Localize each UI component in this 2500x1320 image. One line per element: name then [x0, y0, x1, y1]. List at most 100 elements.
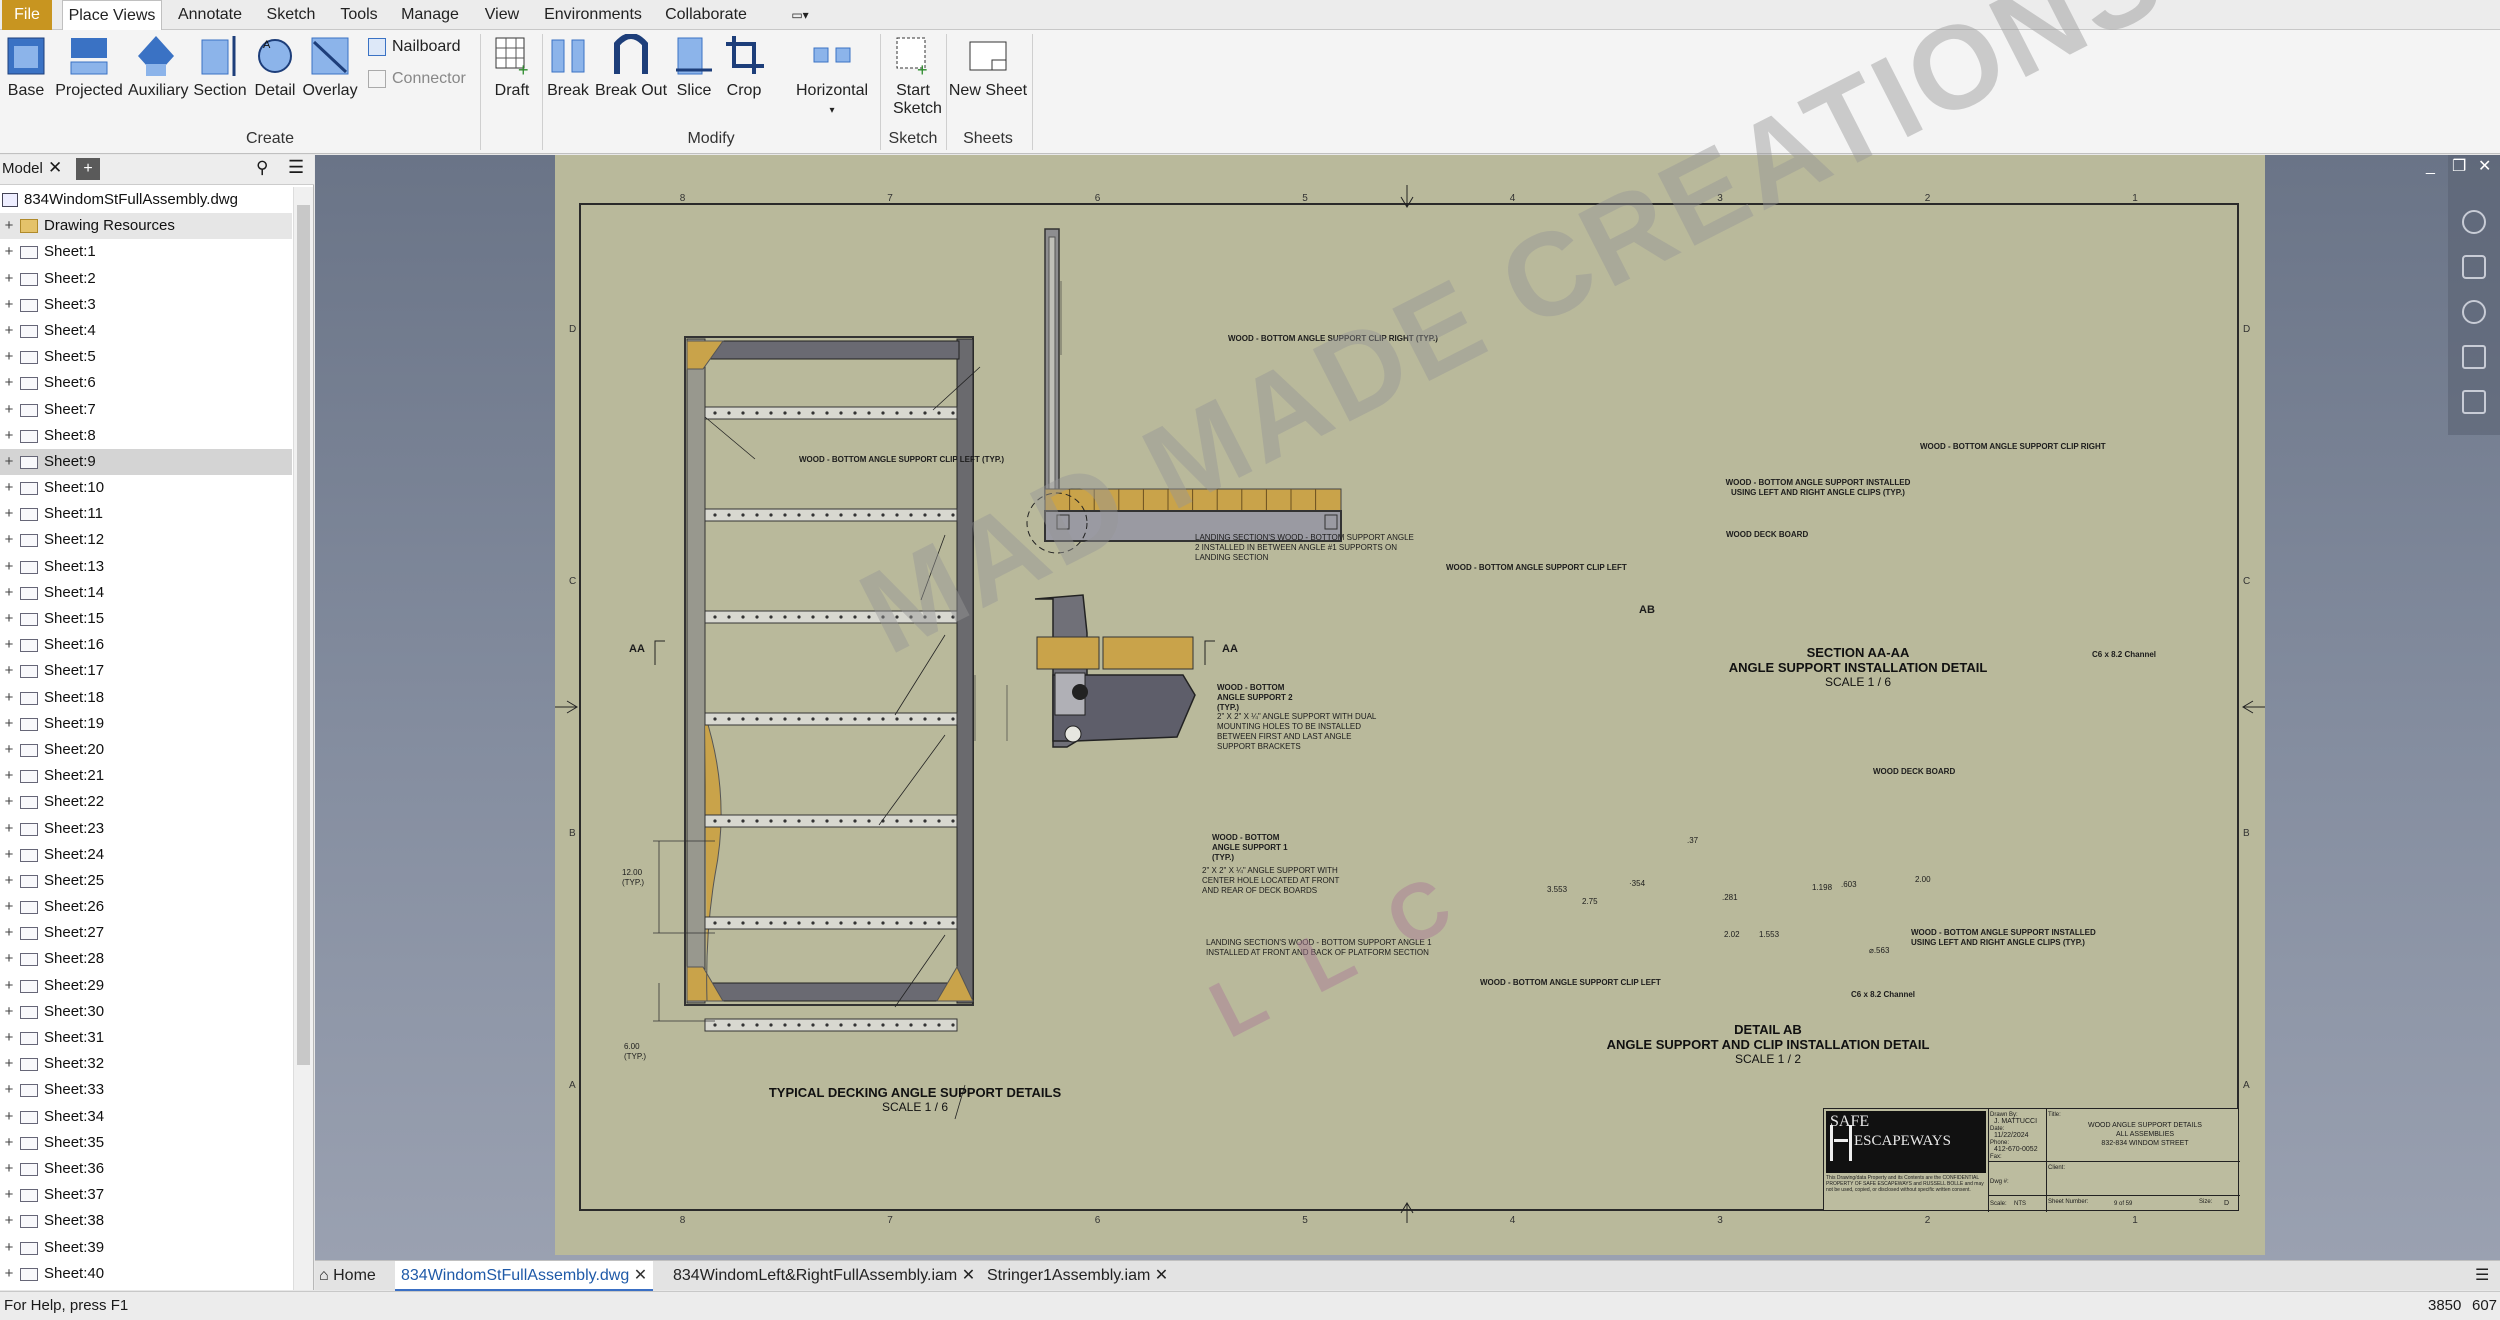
- expand-icon[interactable]: +: [2, 1104, 16, 1130]
- expand-icon[interactable]: +: [2, 292, 16, 318]
- expand-icon[interactable]: +: [2, 213, 16, 239]
- projected-view-button[interactable]: Projected: [54, 34, 124, 100]
- tree-sheet-item[interactable]: + Sheet:24: [0, 842, 292, 868]
- close-icon[interactable]: ✕: [634, 1267, 647, 1284]
- tree-sheet-item[interactable]: + Sheet:14: [0, 580, 292, 606]
- tree-sheet-item[interactable]: + Sheet:13: [0, 554, 292, 580]
- expand-icon[interactable]: +: [2, 946, 16, 972]
- tree-sheet-item[interactable]: + Sheet:3: [0, 292, 292, 318]
- tree-sheet-item[interactable]: + Sheet:4: [0, 318, 292, 344]
- expand-icon[interactable]: +: [2, 370, 16, 396]
- search-icon[interactable]: ⚲: [256, 158, 268, 178]
- nailboard-button[interactable]: Nailboard: [368, 38, 460, 56]
- add-tab-icon[interactable]: +: [76, 158, 100, 180]
- new-sheet-button[interactable]: New Sheet: [948, 34, 1028, 100]
- tree-sheet-item[interactable]: + Sheet:22: [0, 789, 292, 815]
- tree-sheet-item[interactable]: + Sheet:25: [0, 868, 292, 894]
- expand-icon[interactable]: +: [2, 501, 16, 527]
- tab-left-right-assembly[interactable]: 834WindomLeft&RightFullAssembly.iam ✕: [667, 1261, 981, 1291]
- tab-stringer-assembly[interactable]: Stringer1Assembly.iam ✕: [981, 1261, 1174, 1291]
- steering-wheel-icon[interactable]: [2462, 210, 2486, 234]
- auxiliary-view-button[interactable]: Auxiliary: [128, 34, 188, 100]
- expand-icon[interactable]: +: [2, 816, 16, 842]
- tree-sheet-item[interactable]: + Sheet:7: [0, 397, 292, 423]
- expand-icon[interactable]: +: [2, 1261, 16, 1287]
- tree-sheet-item[interactable]: + Sheet:8: [0, 423, 292, 449]
- expand-icon[interactable]: +: [2, 1235, 16, 1261]
- crop-button[interactable]: Crop: [720, 34, 768, 100]
- tree-sheet-item[interactable]: + Sheet:12: [0, 527, 292, 553]
- expand-icon[interactable]: +: [2, 397, 16, 423]
- expand-icon[interactable]: +: [2, 1051, 16, 1077]
- zoom-window-icon[interactable]: [2462, 345, 2486, 369]
- menu-sketch[interactable]: Sketch: [258, 0, 324, 30]
- tree-sheet-item[interactable]: + Sheet:32: [0, 1051, 292, 1077]
- close-view-icon[interactable]: ✕: [2478, 156, 2491, 176]
- expand-icon[interactable]: +: [2, 423, 16, 449]
- tree-sheet-item[interactable]: + Sheet:18: [0, 685, 292, 711]
- tree-sheet-item[interactable]: + Sheet:17: [0, 658, 292, 684]
- expand-icon[interactable]: +: [2, 658, 16, 684]
- tree-sheet-item[interactable]: + Sheet:38: [0, 1208, 292, 1234]
- menu-collaborate[interactable]: Collaborate: [658, 0, 754, 30]
- expand-icon[interactable]: +: [2, 789, 16, 815]
- expand-icon[interactable]: +: [2, 606, 16, 632]
- expand-icon[interactable]: +: [2, 920, 16, 946]
- menu-tools[interactable]: Tools: [334, 0, 384, 30]
- close-icon[interactable]: ✕: [1155, 1267, 1168, 1284]
- expand-icon[interactable]: +: [2, 711, 16, 737]
- scrollbar-thumb[interactable]: [297, 205, 310, 1065]
- tree-sheet-item[interactable]: + Sheet:15: [0, 606, 292, 632]
- tree-sheet-item[interactable]: + Sheet:37: [0, 1182, 292, 1208]
- expand-icon[interactable]: +: [2, 266, 16, 292]
- tree-sheet-item[interactable]: + Sheet:36: [0, 1156, 292, 1182]
- menu-view[interactable]: View: [476, 0, 528, 30]
- detail-view-button[interactable]: A Detail: [252, 34, 298, 100]
- menu-file[interactable]: File: [2, 0, 52, 30]
- close-icon[interactable]: ✕: [962, 1267, 975, 1284]
- expand-icon[interactable]: +: [2, 239, 16, 265]
- connector-button[interactable]: Connector: [368, 70, 466, 88]
- minimize-icon[interactable]: _: [2426, 158, 2435, 176]
- tree-sheet-item[interactable]: + Sheet:1: [0, 239, 292, 265]
- expand-icon[interactable]: +: [2, 1208, 16, 1234]
- expand-icon[interactable]: +: [2, 449, 16, 475]
- tree-sheet-item[interactable]: + Sheet:39: [0, 1235, 292, 1261]
- expand-icon[interactable]: +: [2, 632, 16, 658]
- expand-icon[interactable]: +: [2, 475, 16, 501]
- expand-icon[interactable]: +: [2, 999, 16, 1025]
- horizontal-button[interactable]: Horizontal ▾: [792, 34, 872, 118]
- tree-sheet-item[interactable]: + Sheet:40: [0, 1261, 292, 1287]
- expand-icon[interactable]: +: [2, 842, 16, 868]
- expand-icon[interactable]: +: [2, 1130, 16, 1156]
- tree-sheet-item[interactable]: + Sheet:26: [0, 894, 292, 920]
- tree-sheet-item[interactable]: + Sheet:5: [0, 344, 292, 370]
- tree-sheet-item[interactable]: + Sheet:2: [0, 266, 292, 292]
- menu-icon[interactable]: ☰: [288, 157, 304, 178]
- tree-sheet-item[interactable]: + Sheet:16: [0, 632, 292, 658]
- close-icon[interactable]: ✕: [48, 158, 62, 178]
- tree-sheet-item[interactable]: + Sheet:35: [0, 1130, 292, 1156]
- tree-sheet-item[interactable]: + Sheet:29: [0, 973, 292, 999]
- expand-icon[interactable]: +: [2, 737, 16, 763]
- expand-icon[interactable]: +: [2, 973, 16, 999]
- menu-annotate[interactable]: Annotate: [172, 0, 248, 30]
- zoom-icon[interactable]: [2462, 300, 2486, 324]
- tree-sheet-item[interactable]: + Sheet:27: [0, 920, 292, 946]
- expand-icon[interactable]: +: [2, 685, 16, 711]
- expand-icon[interactable]: +: [2, 763, 16, 789]
- model-tab[interactable]: Model: [2, 160, 43, 177]
- tree-sheet-item[interactable]: + Sheet:6: [0, 370, 292, 396]
- tree-sheet-item[interactable]: + Sheet:9: [0, 448, 292, 476]
- expand-icon[interactable]: +: [2, 580, 16, 606]
- tree-sheet-item[interactable]: + Sheet:20: [0, 737, 292, 763]
- menu-manage[interactable]: Manage: [394, 0, 466, 30]
- break-button[interactable]: Break: [546, 34, 590, 100]
- expand-icon[interactable]: +: [2, 1025, 16, 1051]
- expand-icon[interactable]: +: [2, 894, 16, 920]
- expand-icon[interactable]: +: [2, 527, 16, 553]
- tree-sheet-item[interactable]: + Sheet:23: [0, 816, 292, 842]
- tree-sheet-item[interactable]: + Sheet:33: [0, 1077, 292, 1103]
- slice-button[interactable]: Slice: [672, 34, 716, 100]
- expand-icon[interactable]: +: [2, 1182, 16, 1208]
